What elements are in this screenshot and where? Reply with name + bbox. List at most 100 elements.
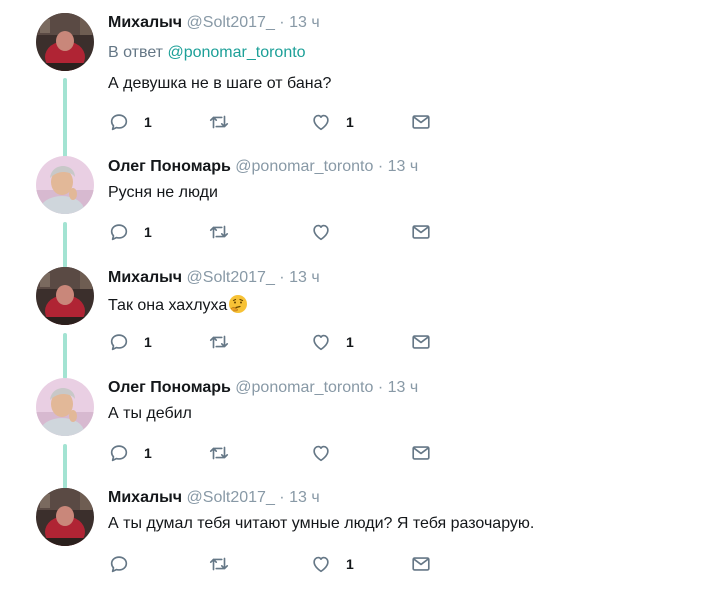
reply-icon <box>108 553 130 575</box>
like-count: 1 <box>346 114 354 130</box>
reply-button[interactable] <box>108 552 144 576</box>
like-button[interactable]: 1 <box>310 330 354 354</box>
tweet-text: А ты дебил <box>108 405 192 422</box>
reply-icon <box>108 331 130 353</box>
author-handle[interactable]: @Solt2017_ <box>187 14 275 31</box>
reply-button[interactable]: 1 <box>108 110 152 134</box>
reply-count: 1 <box>144 445 152 461</box>
reply-count: 1 <box>144 334 152 350</box>
avatar-image <box>36 13 94 71</box>
tweet-header: Михалыч @Solt2017_ · 13 ч <box>108 268 700 288</box>
avatar[interactable] <box>36 267 94 325</box>
retweet-button[interactable] <box>208 441 244 465</box>
direct-message-icon <box>410 221 432 243</box>
author-handle[interactable]: @Solt2017_ <box>187 269 275 286</box>
direct-message-icon <box>410 111 432 133</box>
retweet-icon <box>208 111 230 133</box>
direct-message-button[interactable] <box>410 552 432 576</box>
reply-icon <box>108 442 130 464</box>
reply-button[interactable]: 1 <box>108 220 152 244</box>
author-handle[interactable]: @ponomar_toronto <box>235 158 373 175</box>
like-count: 1 <box>346 334 354 350</box>
retweet-icon <box>208 553 230 575</box>
avatar-image <box>36 488 94 546</box>
direct-message-button[interactable] <box>410 330 432 354</box>
separator-dot: · <box>279 489 285 506</box>
tweet-content: Михалыч @Solt2017_ · 13 ч Так она хахлух… <box>108 268 700 316</box>
tweet-text: Так она хахлуха <box>108 294 700 316</box>
reply-button[interactable]: 1 <box>108 330 152 354</box>
avatar-image <box>36 156 94 214</box>
tweet-header: Михалыч @Solt2017_ · 13 ч <box>108 488 700 508</box>
tweet-content: Михалыч @Solt2017_ · 13 ч А ты думал теб… <box>108 488 700 534</box>
author-handle[interactable]: @ponomar_toronto <box>235 379 373 396</box>
like-count: 1 <box>346 556 354 572</box>
avatar[interactable] <box>36 13 94 71</box>
author-name[interactable]: Михалыч <box>108 489 182 506</box>
separator-dot: · <box>279 269 285 286</box>
like-button[interactable] <box>310 220 346 244</box>
direct-message-icon <box>410 331 432 353</box>
retweet-icon <box>208 331 230 353</box>
thread-connector-line <box>63 222 67 268</box>
tweet-text-body: Так она хахлуха <box>108 297 228 314</box>
tweet-header: Олег Пономарь @ponomar_toronto · 13 ч <box>108 378 700 398</box>
retweet-icon <box>208 221 230 243</box>
avatar-image <box>36 267 94 325</box>
like-icon <box>310 111 332 133</box>
direct-message-icon <box>410 442 432 464</box>
like-icon <box>310 553 332 575</box>
thread-connector-line <box>63 333 67 379</box>
timestamp[interactable]: 13 ч <box>289 269 320 286</box>
retweet-button[interactable] <box>208 110 244 134</box>
separator-dot: · <box>279 14 285 31</box>
author-name[interactable]: Олег Пономарь <box>108 158 231 175</box>
separator-dot: · <box>377 379 384 396</box>
like-button[interactable] <box>310 441 346 465</box>
author-name[interactable]: Олег Пономарь <box>108 379 231 396</box>
like-icon <box>310 221 332 243</box>
direct-message-button[interactable] <box>410 441 432 465</box>
retweet-icon <box>208 442 230 464</box>
tweet-text: Русня не люди <box>108 184 218 201</box>
avatar[interactable] <box>36 156 94 214</box>
tweet-header: Олег Пономарь @ponomar_toronto · 13 ч <box>108 157 700 177</box>
tweet-content: Михалыч @Solt2017_ · 13 ч В ответ @ponom… <box>108 13 700 94</box>
thread-connector-line <box>63 78 67 158</box>
retweet-button[interactable] <box>208 220 244 244</box>
direct-message-icon <box>410 553 432 575</box>
reply-button[interactable]: 1 <box>108 441 152 465</box>
like-button[interactable]: 1 <box>310 552 354 576</box>
like-button[interactable]: 1 <box>310 110 354 134</box>
reply-to-handle-link[interactable]: @ponomar_toronto <box>167 44 305 61</box>
reply-count: 1 <box>144 224 152 240</box>
timestamp[interactable]: 13 ч <box>388 158 419 175</box>
avatar[interactable] <box>36 378 94 436</box>
thinking-face-emoji-icon <box>229 295 248 313</box>
retweet-button[interactable] <box>208 330 244 354</box>
tweet-text: А девушка не в шаге от бана? <box>108 75 332 92</box>
direct-message-button[interactable] <box>410 110 432 134</box>
avatar[interactable] <box>36 488 94 546</box>
author-name[interactable]: Михалыч <box>108 269 182 286</box>
timestamp[interactable]: 13 ч <box>289 489 320 506</box>
author-name[interactable]: Михалыч <box>108 14 182 31</box>
direct-message-button[interactable] <box>410 220 432 244</box>
conversation-thread: Михалыч @Solt2017_ · 13 ч В ответ @ponom… <box>0 0 710 593</box>
separator-dot: · <box>377 158 384 175</box>
timestamp[interactable]: 13 ч <box>388 379 419 396</box>
reply-count: 1 <box>144 114 152 130</box>
avatar-image <box>36 378 94 436</box>
reply-icon <box>108 221 130 243</box>
like-icon <box>310 442 332 464</box>
author-handle[interactable]: @Solt2017_ <box>187 489 275 506</box>
like-icon <box>310 331 332 353</box>
tweet-content: Олег Пономарь @ponomar_toronto · 13 ч Ру… <box>108 157 700 203</box>
reply-icon <box>108 111 130 133</box>
retweet-button[interactable] <box>208 552 244 576</box>
reply-context: В ответ @ponomar_toronto <box>108 43 700 63</box>
thread-connector-line <box>63 444 67 489</box>
reply-prefix: В ответ <box>108 44 164 61</box>
tweet-header: Михалыч @Solt2017_ · 13 ч <box>108 13 700 33</box>
timestamp[interactable]: 13 ч <box>289 14 320 31</box>
